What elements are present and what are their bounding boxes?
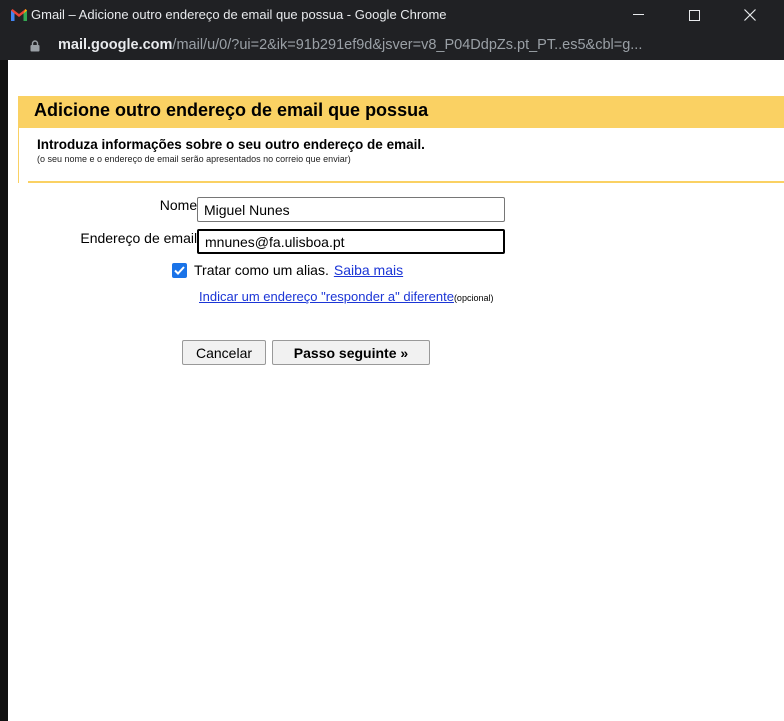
email-field[interactable] xyxy=(197,229,505,254)
header-bar: Adicione outro endereço de email que pos… xyxy=(18,96,784,128)
instructions-hint: (o seu nome e o endereço de email serão … xyxy=(37,154,351,164)
close-button[interactable] xyxy=(727,0,773,30)
instructions-box: Introduza informações sobre o seu outro … xyxy=(18,128,784,183)
gmail-icon xyxy=(11,9,27,21)
reply-to-link[interactable]: Indicar um endereço "responder a" difere… xyxy=(199,289,454,304)
divider xyxy=(28,181,784,183)
lock-icon xyxy=(30,40,40,52)
maximize-button[interactable] xyxy=(671,0,717,30)
dialog-page: Adicione outro endereço de email que pos… xyxy=(8,60,784,721)
url-text[interactable]: mail.google.com/mail/u/0/?ui=2&ik=91b291… xyxy=(58,37,642,53)
learn-more-link[interactable]: Saiba mais xyxy=(334,262,403,278)
browser-titlebar: Gmail – Adicione outro endereço de email… xyxy=(0,0,784,60)
url-path: /mail/u/0/?ui=2&ik=91b291ef9d&jsver=v8_P… xyxy=(172,37,643,53)
instructions-title: Introduza informações sobre o seu outro … xyxy=(37,137,425,152)
minimize-icon xyxy=(632,14,644,15)
next-step-button[interactable]: Passo seguinte » xyxy=(272,340,430,365)
minimize-button[interactable] xyxy=(615,0,661,30)
maximize-icon xyxy=(688,9,700,21)
window-title-row: Gmail – Adicione outro endereço de email… xyxy=(0,0,784,30)
reply-to-row: Indicar um endereço "responder a" difere… xyxy=(199,289,493,304)
close-icon xyxy=(744,9,756,21)
cancel-button[interactable]: Cancelar xyxy=(182,340,266,365)
name-label: Nome: xyxy=(159,197,201,213)
url-host: mail.google.com xyxy=(58,37,173,53)
alias-label: Tratar como um alias. xyxy=(194,262,329,278)
left-edge xyxy=(0,60,8,721)
optional-note: (opcional) xyxy=(453,293,494,303)
alias-row: Tratar como um alias. Saiba mais xyxy=(172,261,403,279)
email-label: Endereço de email: xyxy=(80,230,201,246)
checkmark-icon xyxy=(174,265,185,275)
page-title: Adicione outro endereço de email que pos… xyxy=(34,100,429,120)
window-title: Gmail – Adicione outro endereço de email… xyxy=(31,7,447,22)
name-field[interactable] xyxy=(197,197,505,222)
alias-checkbox[interactable] xyxy=(172,262,187,278)
